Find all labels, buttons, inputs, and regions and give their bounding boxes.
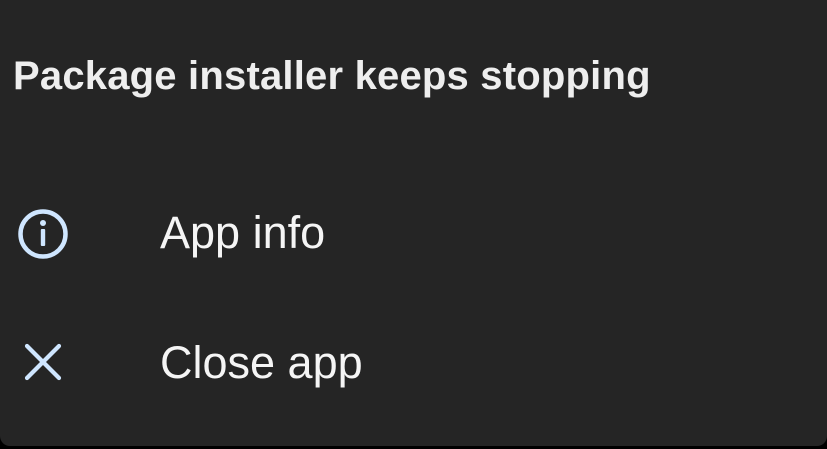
app-info-label: App info: [160, 207, 326, 258]
info-icon: [18, 209, 68, 259]
close-app-label: Close app: [160, 337, 363, 388]
close-icon: [24, 343, 62, 381]
app-info-button[interactable]: App info: [0, 172, 827, 292]
close-app-button[interactable]: Close app: [0, 302, 827, 422]
dialog-title: Package installer keeps stopping: [13, 54, 651, 98]
app-not-responding-dialog: Package installer keeps stopping App inf…: [0, 0, 827, 446]
